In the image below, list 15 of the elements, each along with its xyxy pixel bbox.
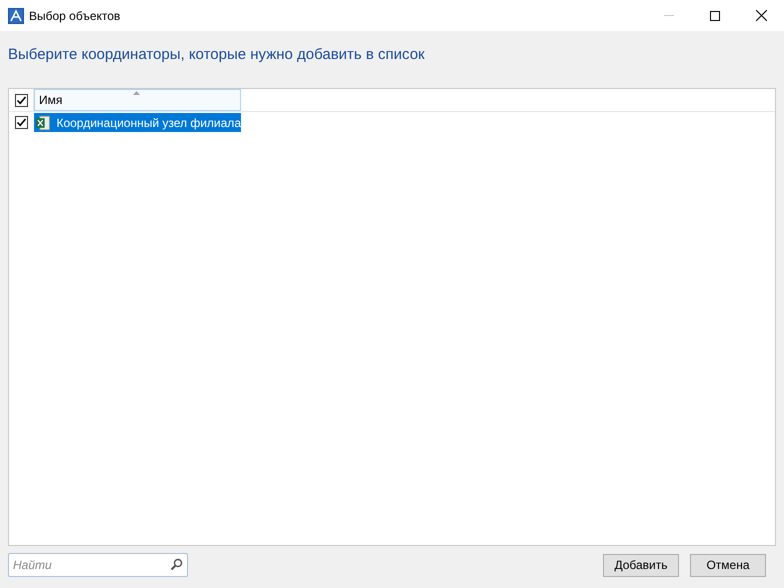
window-title: Выбор объектов [29, 8, 120, 24]
dialog-button[interactable]: Добавить [603, 554, 679, 576]
column-header[interactable]: Имя [34, 89, 241, 111]
checkbox[interactable] [14, 94, 28, 106]
minimize-icon [664, 14, 674, 16]
dialog-button[interactable]: Отмена [690, 554, 766, 576]
instruction-heading: Выберите координаторы, которые нужно добавить в список [8, 46, 425, 63]
close-icon [756, 10, 766, 21]
search-icon [170, 558, 183, 571]
spreadsheet-icon [35, 114, 50, 130]
list-row[interactable]: Координационный узел филиала [34, 113, 241, 132]
checkbox[interactable] [15, 116, 28, 129]
maximize-icon [710, 10, 720, 20]
app-icon [8, 8, 24, 24]
search-field[interactable]: Найти [8, 553, 188, 577]
